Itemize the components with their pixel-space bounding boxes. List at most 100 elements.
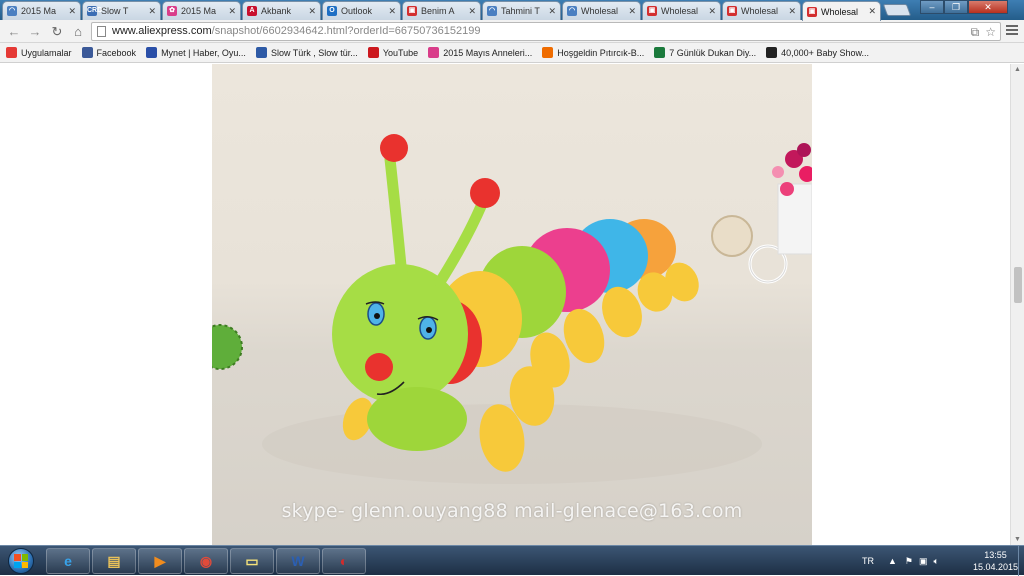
- page-icon: [97, 26, 106, 37]
- tab-title: 2015 Ma: [21, 6, 57, 16]
- clock[interactable]: 13:55 15.04.2015: [973, 549, 1018, 573]
- taskbar-app-button[interactable]: ◐: [322, 548, 366, 574]
- tab-favicon-icon: CRD: [87, 6, 103, 16]
- tab-close-icon[interactable]: ✕: [628, 6, 636, 17]
- bookmark-label: Mynet | Haber, Oyu...: [161, 47, 246, 58]
- tab-favicon-icon: ▣: [647, 6, 657, 16]
- tray-expand-icon[interactable]: ▲: [888, 556, 897, 566]
- tab-favicon-icon: A: [247, 6, 257, 16]
- back-arrow-icon[interactable]: ←: [6, 24, 22, 40]
- browser-tab[interactable]: ▣ Wholesal ✕: [642, 1, 721, 20]
- bookmark-item[interactable]: 7 Günlük Dukan Diy...: [654, 47, 756, 58]
- tab-close-icon[interactable]: ✕: [388, 6, 396, 17]
- tab-close-icon[interactable]: ✕: [708, 6, 716, 17]
- browser-tab[interactable]: O Outlook ✕: [322, 1, 401, 20]
- scroll-down-icon[interactable]: ▼: [1014, 536, 1021, 543]
- tab-favicon-icon: ▣: [727, 6, 737, 16]
- scroll-up-icon[interactable]: ▲: [1014, 66, 1021, 73]
- tab-close-icon[interactable]: ✕: [548, 6, 556, 17]
- bookmark-label: 2015 Mayıs Anneleri...: [443, 47, 533, 58]
- browser-tab[interactable]: ✿ 2015 Ma ✕: [162, 1, 241, 20]
- forward-arrow-icon[interactable]: →: [27, 24, 43, 40]
- tab-title: Benim A: [421, 6, 455, 16]
- tab-title: Wholesal: [581, 6, 619, 16]
- page-content: skype- glenn.ouyang88 mail-glenace@163.c…: [0, 64, 1010, 545]
- language-indicator[interactable]: TR: [862, 556, 874, 566]
- taskbar-media-player-button[interactable]: ▶: [138, 548, 182, 574]
- bookmark-label: 7 Günlük Dukan Diy...: [669, 47, 757, 58]
- browser-tab[interactable]: ◠ 2015 Ma ✕: [2, 1, 81, 20]
- start-button[interactable]: [2, 547, 40, 575]
- show-desktop-button[interactable]: [1018, 546, 1024, 576]
- translate-icon[interactable]: ⧉: [971, 24, 980, 41]
- taskbar-ie-button[interactable]: e: [46, 548, 90, 574]
- bookmark-star-icon[interactable]: ☆: [985, 24, 996, 41]
- bookmark-item[interactable]: Slow Türk , Slow tür...: [255, 47, 358, 58]
- taskbar-explorer-button[interactable]: ▤: [92, 548, 136, 574]
- baby-show-icon: [766, 47, 778, 58]
- new-tab-button[interactable]: [882, 4, 912, 16]
- close-window-button[interactable]: ✕: [968, 0, 1008, 14]
- browser-tab[interactable]: ▣ Wholesal ✕: [802, 1, 881, 21]
- bookmark-item[interactable]: 40,000+ Baby Show...: [766, 47, 869, 58]
- chrome-menu-icon[interactable]: [1006, 25, 1018, 37]
- tab-favicon-icon: ▣: [807, 6, 817, 17]
- blogger-icon: [542, 47, 554, 58]
- tab-close-icon[interactable]: ✕: [868, 6, 876, 17]
- tab-title: Wholesal: [821, 6, 859, 17]
- maximize-button[interactable]: ❐: [944, 0, 968, 14]
- browser-tab[interactable]: ◠ Wholesal ✕: [562, 1, 641, 20]
- browser-tab[interactable]: A Akbank ✕: [242, 1, 321, 20]
- tab-close-icon[interactable]: ✕: [468, 6, 476, 17]
- address-host: www.aliexpress.com: [112, 25, 212, 37]
- page-scrollbar[interactable]: ▲ ▼: [1010, 64, 1024, 545]
- browser-tab[interactable]: ▣ Benim A ✕: [402, 1, 481, 20]
- system-tray: TR ▲ ⚑ ▣ 🔈︎: [862, 546, 939, 576]
- address-bar[interactable]: www.aliexpress.com/snapshot/6602934642.h…: [91, 22, 1001, 41]
- tab-favicon-icon: ◠: [567, 6, 577, 16]
- watermark-text: skype- glenn.ouyang88 mail-glenace@163.c…: [281, 500, 743, 522]
- browser-toolbar: ← → ↻ ⌂ www.aliexpress.com/snapshot/6602…: [0, 20, 1024, 43]
- bookmark-item[interactable]: YouTube: [367, 47, 418, 58]
- tab-favicon-icon: ▣: [407, 6, 417, 16]
- tab-title: 2015 Ma: [181, 6, 217, 16]
- taskbar-notes-button[interactable]: ▭: [230, 548, 274, 574]
- bookmark-label: Hoşgeldin Pıtırcık-B...: [557, 47, 645, 58]
- tab-close-icon[interactable]: ✕: [68, 6, 76, 17]
- tab-close-icon[interactable]: ✕: [148, 6, 156, 17]
- flower-icon: [428, 47, 440, 58]
- browser-tab[interactable]: CRD Slow T ✕: [82, 1, 161, 20]
- tab-favicon-icon: ◠: [487, 6, 497, 16]
- tab-favicon-icon: ◠: [7, 6, 17, 16]
- bookmark-item[interactable]: Mynet | Haber, Oyu...: [146, 47, 246, 58]
- bookmark-item[interactable]: Facebook: [81, 47, 137, 58]
- tab-title: Akbank: [261, 6, 292, 16]
- bookmark-item[interactable]: 2015 Mayıs Anneleri...: [428, 47, 532, 58]
- tab-favicon-icon: ✿: [167, 6, 177, 16]
- bookmark-item[interactable]: Hoşgeldin Pıtırcık-B...: [542, 47, 644, 58]
- network-icon[interactable]: ▣: [919, 556, 928, 567]
- slowturk-icon: [255, 47, 267, 58]
- taskbar-chrome-button[interactable]: ◉: [184, 548, 228, 574]
- volume-icon[interactable]: 🔈︎: [934, 556, 939, 567]
- reload-icon[interactable]: ↻: [49, 24, 65, 40]
- mynet-icon: [146, 47, 158, 58]
- taskbar-word-button[interactable]: W: [276, 548, 320, 574]
- bookmark-label: Slow Türk , Slow tür...: [270, 47, 358, 58]
- minimize-button[interactable]: –: [920, 0, 944, 14]
- apps-icon: [6, 47, 17, 58]
- browser-tab[interactable]: ◠ Tahmini T ✕: [482, 1, 561, 20]
- tab-title: Slow T: [101, 6, 129, 16]
- tab-close-icon[interactable]: ✕: [788, 6, 796, 17]
- tab-close-icon[interactable]: ✕: [228, 6, 236, 17]
- home-icon[interactable]: ⌂: [70, 24, 86, 40]
- tab-close-icon[interactable]: ✕: [308, 6, 316, 17]
- bookmark-label: Uygulamalar: [21, 47, 72, 58]
- product-image: skype- glenn.ouyang88 mail-glenace@163.c…: [212, 64, 812, 545]
- bookmark-item[interactable]: Uygulamalar: [6, 47, 72, 58]
- bookmark-label: Facebook: [96, 47, 137, 58]
- browser-tab[interactable]: ▣ Wholesal ✕: [722, 1, 801, 20]
- tab-title: Tahmini T: [501, 6, 540, 16]
- action-center-icon[interactable]: ⚑: [905, 556, 913, 567]
- scrollbar-thumb[interactable]: [1014, 267, 1022, 303]
